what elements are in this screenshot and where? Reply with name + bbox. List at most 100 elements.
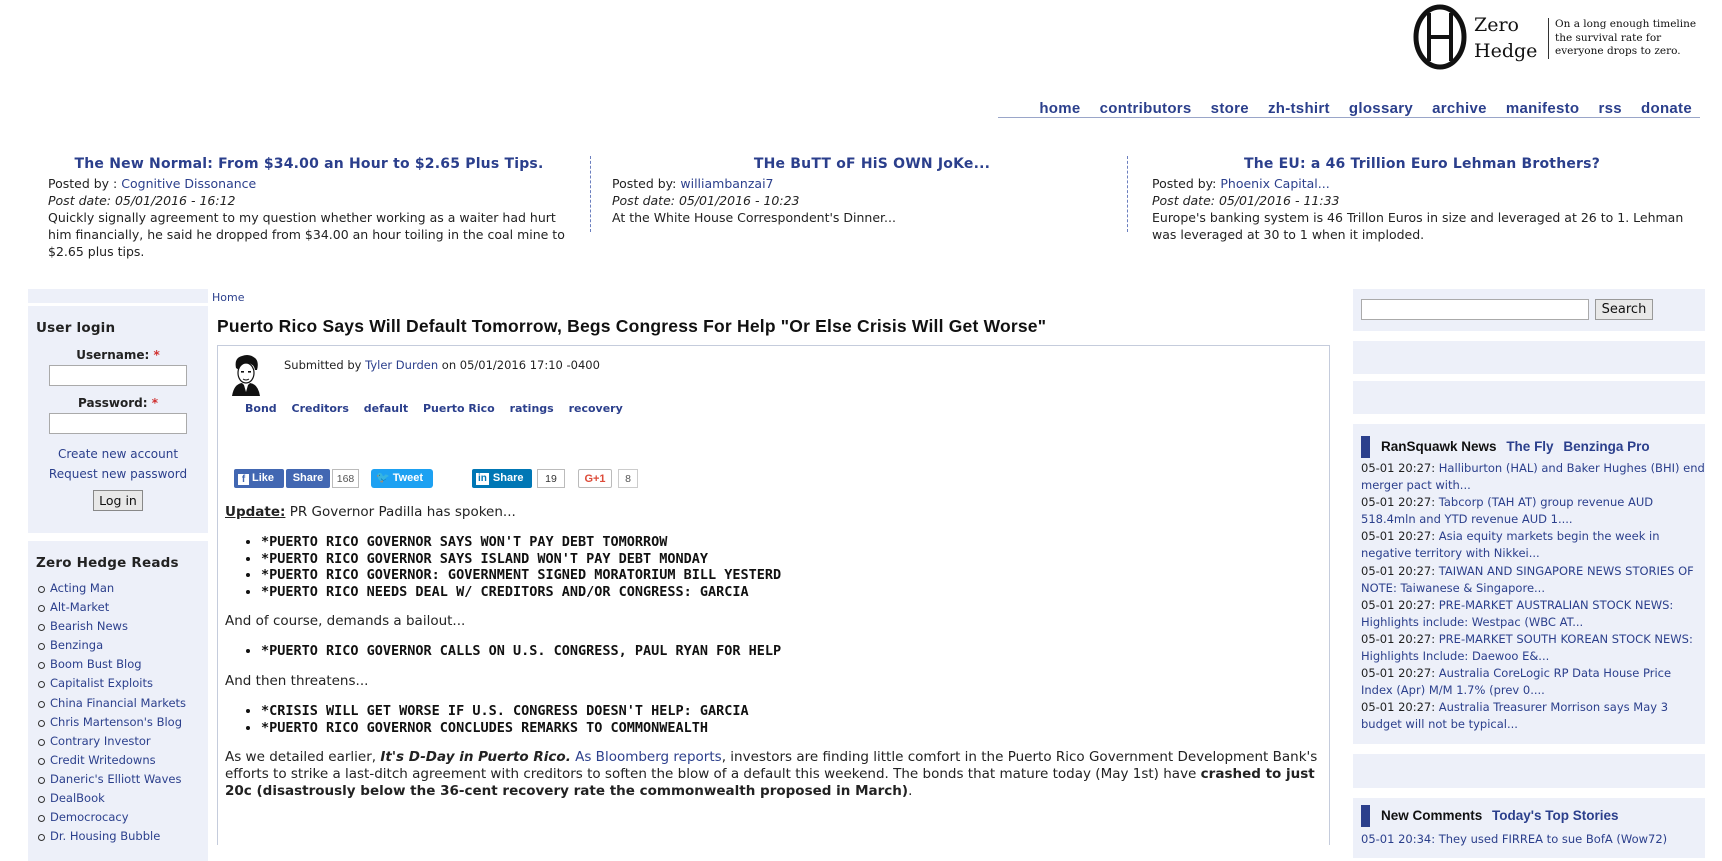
top-navigation: home contributors store zh-tshirt glossa… — [998, 98, 1700, 118]
news-timestamp: 05-01 20:27: — [1361, 495, 1436, 510]
reads-link[interactable]: China Financial Markets — [50, 696, 186, 710]
facebook-share-button[interactable]: Share — [286, 469, 330, 488]
reads-list-item: Credit Writedowns — [38, 751, 200, 770]
news-item: 05-01 20:27: Halliburton (HAL) and Baker… — [1361, 460, 1705, 494]
password-label: Password: * — [78, 396, 158, 410]
tab-benzinga-pro[interactable]: Benzinga Pro — [1563, 439, 1649, 454]
nav-zh-tshirt[interactable]: zh-tshirt — [1268, 100, 1330, 117]
tagline-line-1: On a long enough timeline — [1555, 18, 1697, 30]
sidebar-gap — [28, 533, 208, 541]
reads-list-item: Dr. Housing Bubble — [38, 827, 200, 846]
tab-top-stories[interactable]: Today's Top Stories — [1492, 808, 1618, 823]
featured-post-date: Post date: 05/01/2016 - 10:23 — [612, 193, 800, 208]
user-login-title: User login — [36, 320, 116, 336]
breadcrumb-home[interactable]: Home — [212, 291, 244, 304]
article-paragraph: And of course, demands a bailout... — [225, 613, 466, 630]
featured-post-title[interactable]: The New Normal: From $34.00 an Hour to $… — [48, 156, 570, 173]
list-item: *PUERTO RICO GOVERNOR CONCLUDES REMARKS … — [261, 720, 1325, 737]
logo-mark-icon — [1413, 4, 1467, 70]
reads-link[interactable]: Bearish News — [50, 619, 128, 633]
sidebar-ad-slot — [1353, 754, 1705, 788]
tab-the-fly[interactable]: The Fly — [1506, 439, 1553, 454]
news-feed-block: RanSquawk News The Fly Benzinga Pro 05-0… — [1353, 424, 1705, 744]
featured-post-title[interactable]: THe BuTT oF HiS OWN JoKe... — [612, 156, 1132, 173]
nav-rss[interactable]: rss — [1599, 100, 1622, 117]
search-input[interactable] — [1361, 299, 1589, 320]
nav-archive[interactable]: archive — [1432, 100, 1487, 117]
reads-link[interactable]: Chris Martenson's Blog — [50, 715, 182, 729]
username-label: Username: * — [76, 348, 160, 362]
reads-link[interactable]: Benzinga — [50, 638, 103, 652]
tag-link[interactable]: recovery — [569, 402, 623, 415]
featured-post-author[interactable]: williambanzai7 — [680, 176, 773, 191]
facebook-icon: f — [238, 474, 249, 485]
author-avatar-icon — [232, 355, 260, 396]
article-author-link[interactable]: Tyler Durden — [365, 358, 438, 372]
nav-store[interactable]: store — [1211, 100, 1249, 117]
tag-link[interactable]: Creditors — [292, 402, 349, 415]
password-input[interactable] — [49, 413, 187, 434]
reads-link[interactable]: Contrary Investor — [50, 734, 151, 748]
right-sidebar: Search RanSquawk News The Fly Benzinga P… — [1353, 289, 1705, 858]
tag-link[interactable]: ratings — [510, 402, 554, 415]
bloomberg-link[interactable]: As Bloomberg reports — [575, 749, 722, 765]
reads-link[interactable]: Credit Writedowns — [50, 753, 156, 767]
nav-contributors[interactable]: contributors — [1100, 100, 1192, 117]
article-body: Submitted by Tyler Durden on 05/01/2016 … — [217, 345, 1330, 845]
reads-link[interactable]: DealBook — [50, 791, 105, 805]
logo-name-line2: Hedge — [1474, 40, 1538, 62]
featured-post-author[interactable]: Phoenix Capital... — [1220, 176, 1329, 191]
request-password-link[interactable]: Request new password — [36, 464, 200, 484]
comment-item[interactable]: 05-01 20:34: They used FIRREA to sue Bof… — [1361, 831, 1705, 848]
news-item: 05-01 20:27: Australia CoreLogic RP Data… — [1361, 665, 1705, 699]
featured-post-1: The New Normal: From $34.00 an Hour to $… — [48, 156, 570, 260]
tag-link[interactable]: default — [364, 402, 408, 415]
tweet-button[interactable]: 🐦 Tweet — [371, 469, 433, 488]
news-timestamp: 05-01 20:27: — [1361, 461, 1436, 475]
list-item: *PUERTO RICO GOVERNOR SAYS ISLAND WON'T … — [261, 551, 1325, 568]
news-timestamp: 05-01 20:27: — [1361, 597, 1436, 612]
zero-hedge-logo[interactable]: Zero Hedge On a long enough timeline the… — [1412, 2, 1712, 72]
nav-home[interactable]: home — [1039, 100, 1080, 117]
tag-link[interactable]: Puerto Rico — [423, 402, 495, 415]
linkedin-icon: in — [476, 473, 489, 485]
facebook-like-button[interactable]: f Like — [234, 469, 284, 488]
reads-link[interactable]: Capitalist Exploits — [50, 676, 153, 690]
list-item: *PUERTO RICO GOVERNOR SAYS WON'T PAY DEB… — [261, 534, 1325, 551]
featured-post-byline: Posted by : Cognitive Dissonance — [48, 175, 570, 192]
news-item: 05-01 20:27: PRE-MARKET SOUTH KOREAN STO… — [1361, 631, 1705, 665]
nav-manifesto[interactable]: manifesto — [1506, 100, 1580, 117]
username-input[interactable] — [49, 365, 187, 386]
featured-post-author[interactable]: Cognitive Dissonance — [121, 176, 256, 191]
reads-link[interactable]: Dr. Housing Bubble — [50, 829, 160, 843]
linkedin-share-button[interactable]: in Share — [472, 469, 532, 488]
update-label: Update: — [225, 504, 286, 520]
nav-donate[interactable]: donate — [1641, 100, 1692, 117]
nav-glossary[interactable]: glossary — [1349, 100, 1413, 117]
featured-post-excerpt: Europe's banking system is 46 Trillon Eu… — [1152, 210, 1684, 242]
news-feed-header: RanSquawk News The Fly Benzinga Pro — [1361, 436, 1705, 458]
news-item: 05-01 20:27: Tabcorp (TAH AT) group reve… — [1361, 494, 1705, 528]
comments-title: New Comments — [1381, 808, 1483, 823]
news-list: 05-01 20:27: Halliburton (HAL) and Baker… — [1361, 460, 1705, 734]
news-item: 05-01 20:27: Australia Treasurer Morriso… — [1361, 699, 1705, 733]
reads-list-item: Capitalist Exploits — [38, 674, 200, 693]
search-button[interactable]: Search — [1595, 299, 1653, 320]
reads-link[interactable]: Daneric's Elliott Waves — [50, 772, 181, 786]
google-plus-button[interactable]: G+1 — [578, 469, 612, 488]
comments-header: New Comments Today's Top Stories — [1361, 805, 1705, 827]
create-account-link[interactable]: Create new account — [36, 444, 200, 464]
zero-hedge-reads-block: Zero Hedge Reads Acting Man Alt-Market B… — [28, 541, 208, 861]
featured-post-title[interactable]: The EU: a 46 Trillion Euro Lehman Brothe… — [1152, 156, 1692, 173]
reads-link[interactable]: Democrocacy — [50, 810, 129, 824]
login-button[interactable]: Log in — [93, 490, 143, 511]
reads-link[interactable]: Alt-Market — [50, 600, 109, 614]
news-timestamp: 05-01 20:27: — [1361, 700, 1436, 715]
tag-link[interactable]: Bond — [245, 402, 277, 415]
reads-link[interactable]: Boom Bust Blog — [50, 657, 142, 671]
reads-link[interactable]: Acting Man — [50, 581, 114, 595]
list-item: *PUERTO RICO NEEDS DEAL W/ CREDITORS AND… — [261, 584, 1325, 601]
